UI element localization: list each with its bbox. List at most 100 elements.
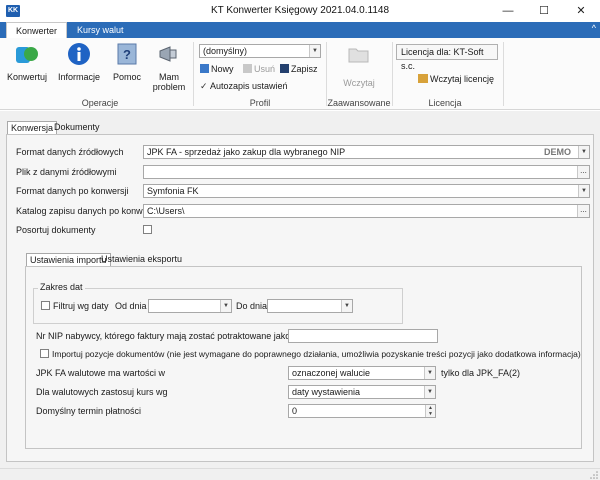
rate-select[interactable]: daty wystawienia ▼ bbox=[288, 385, 436, 399]
save-profile-label: Zapisz bbox=[291, 64, 318, 74]
tab-dokumenty[interactable]: Dokumenty bbox=[51, 121, 103, 134]
tab-konwersja[interactable]: Konwersja bbox=[7, 121, 58, 134]
chevron-down-icon[interactable]: ▼ bbox=[578, 185, 589, 197]
autosave-checkbox[interactable]: ✓ Autozapis ustawień bbox=[200, 80, 288, 92]
profile-select[interactable]: (domyślny) ▼ bbox=[199, 44, 321, 58]
maximize-icon[interactable]: ☐ bbox=[526, 0, 562, 22]
payment-spinner[interactable]: 0 ▲ ▼ bbox=[288, 404, 436, 418]
source-format-value: JPK FA - sprzedaż jako zakup dla wybrane… bbox=[147, 147, 346, 157]
ribbon-separator bbox=[392, 42, 393, 106]
browse-file-button[interactable]: ... bbox=[577, 166, 589, 178]
checkmark-icon: ✓ bbox=[200, 81, 208, 91]
tab-kursy-walut[interactable]: Kursy walut bbox=[68, 22, 133, 38]
sort-documents-label: Posortuj dokumenty bbox=[16, 225, 96, 235]
close-icon[interactable]: ✕ bbox=[563, 0, 599, 22]
delete-icon bbox=[243, 64, 252, 73]
mam-problem-button[interactable]: Mam problem bbox=[146, 41, 192, 92]
chevron-down-icon[interactable]: ▼ bbox=[220, 300, 231, 312]
license-info: Licencja dla: KT-Soft s.c. bbox=[396, 44, 498, 71]
informacje-button[interactable]: Informacje bbox=[56, 41, 102, 82]
info-icon bbox=[68, 43, 90, 65]
sort-documents-checkbox[interactable] bbox=[143, 225, 152, 234]
browse-dir-button[interactable]: ... bbox=[577, 205, 589, 217]
rate-value: daty wystawienia bbox=[292, 387, 361, 397]
resize-grip-icon[interactable] bbox=[590, 471, 598, 479]
tab-konwerter[interactable]: Konwerter bbox=[6, 22, 68, 38]
wczytaj-button[interactable]: Wczytaj bbox=[336, 41, 382, 88]
license-folder-icon bbox=[418, 74, 428, 83]
load-license-button[interactable]: Wczytaj licencję bbox=[418, 73, 494, 85]
chevron-down-icon[interactable]: ▼ bbox=[424, 386, 435, 398]
group-zaawansowane-label: Zaawansowane bbox=[327, 98, 391, 108]
demo-badge: DEMO bbox=[544, 147, 571, 157]
mam-problem-label: Mam problem bbox=[152, 72, 186, 92]
megaphone-icon bbox=[159, 46, 177, 62]
currency-note: tylko dla JPK_FA(2) bbox=[441, 368, 521, 378]
currency-value: oznaczonej walucie bbox=[292, 368, 371, 378]
konwertuj-button[interactable]: Konwertuj bbox=[4, 41, 50, 82]
import-positions-label: Importuj pozycje dokumentów (nie jest wy… bbox=[52, 349, 581, 359]
save-profile-button[interactable]: Zapisz bbox=[280, 63, 318, 75]
new-profile-label: Nowy bbox=[211, 64, 234, 74]
group-licencja-label: Licencja bbox=[428, 98, 462, 108]
wczytaj-label: Wczytaj bbox=[343, 78, 375, 88]
tab-ustawienia-eksportu[interactable]: Ustawienia eksportu bbox=[98, 253, 185, 266]
convert-icon bbox=[16, 47, 38, 63]
ribbon-separator bbox=[193, 42, 194, 106]
delete-profile-label: Usuń bbox=[254, 64, 276, 74]
chevron-down-icon[interactable]: ▼ bbox=[578, 146, 589, 158]
chevron-down-icon[interactable]: ▼ bbox=[424, 367, 435, 379]
new-profile-button[interactable]: Nowy bbox=[200, 63, 234, 75]
payment-value: 0 bbox=[292, 406, 298, 416]
date-to-label: Do dnia bbox=[236, 301, 268, 311]
group-profil-label: Profil bbox=[249, 98, 271, 108]
folder-open-icon bbox=[348, 48, 369, 63]
spinner-arrows-icon[interactable]: ▲ ▼ bbox=[425, 405, 435, 417]
ribbon-collapse-icon[interactable]: ^ bbox=[592, 23, 596, 33]
output-dir-value: C:\Users\ bbox=[147, 206, 185, 216]
ribbon-separator bbox=[503, 42, 504, 106]
import-settings-panel: Zakres dat Filtruj wg daty Od dnia ▼ Do … bbox=[25, 266, 582, 449]
date-to-input[interactable]: ▼ bbox=[267, 299, 353, 313]
payment-label: Domyślny termin płatności bbox=[36, 406, 142, 416]
source-format-label: Format danych źródłowych bbox=[16, 147, 124, 157]
ribbon: Konwertuj Informacje ? Pomoc Mam problem… bbox=[0, 38, 600, 110]
autosave-label: Autozapis ustawień bbox=[210, 81, 288, 91]
filter-by-date-label: Filtruj wg daty bbox=[53, 301, 109, 311]
date-from-input[interactable]: ▼ bbox=[148, 299, 232, 313]
target-format-value: Symfonia FK bbox=[147, 186, 199, 196]
currency-select[interactable]: oznaczonej walucie ▼ bbox=[288, 366, 436, 380]
output-dir-input[interactable]: C:\Users\ ... bbox=[143, 204, 590, 218]
svg-text:?: ? bbox=[123, 47, 131, 62]
ribbon-separator bbox=[326, 42, 327, 106]
konwersja-panel: Format danych źródłowych JPK FA - sprzed… bbox=[6, 134, 594, 462]
filter-by-date-checkbox[interactable] bbox=[41, 301, 50, 310]
chevron-down-icon[interactable]: ▼ bbox=[341, 300, 352, 312]
chevron-down-icon[interactable]: ▼ bbox=[309, 45, 320, 57]
save-icon bbox=[280, 64, 289, 73]
nip-input[interactable] bbox=[288, 329, 438, 343]
help-icon: ? bbox=[117, 43, 137, 65]
target-format-label: Format danych po konwersji bbox=[16, 186, 129, 196]
source-file-label: Plik z danymi źródłowymi bbox=[16, 167, 117, 177]
import-positions-checkbox[interactable] bbox=[40, 349, 49, 358]
pomoc-button[interactable]: ? Pomoc bbox=[104, 41, 150, 82]
output-dir-label: Katalog zapisu danych po konwersji bbox=[16, 206, 160, 216]
status-bar bbox=[0, 468, 600, 480]
source-format-select[interactable]: JPK FA - sprzedaż jako zakup dla wybrane… bbox=[143, 145, 590, 159]
date-range-title: Zakres dat bbox=[38, 282, 85, 292]
pomoc-label: Pomoc bbox=[112, 72, 141, 82]
informacje-label: Informacje bbox=[57, 72, 101, 82]
nip-label: Nr NIP nabywcy, którego faktury mają zos… bbox=[36, 331, 317, 341]
title-bar: KK KT Konwerter Księgowy 2021.04.0.1148 … bbox=[0, 0, 600, 22]
rate-label: Dla walutowych zastosuj kurs wg bbox=[36, 387, 168, 397]
minimize-icon[interactable]: — bbox=[490, 0, 526, 22]
new-file-icon bbox=[200, 64, 209, 73]
group-operacje-label: Operacje bbox=[81, 98, 119, 108]
content-area: Konwersja Dokumenty Format danych źródło… bbox=[0, 111, 600, 468]
load-license-label: Wczytaj licencję bbox=[430, 74, 495, 84]
source-file-input[interactable]: ... bbox=[143, 165, 590, 179]
target-format-select[interactable]: Symfonia FK ▼ bbox=[143, 184, 590, 198]
ribbon-tab-bar: Konwerter Kursy walut ^ bbox=[0, 22, 600, 38]
delete-profile-button[interactable]: Usuń bbox=[243, 63, 275, 75]
